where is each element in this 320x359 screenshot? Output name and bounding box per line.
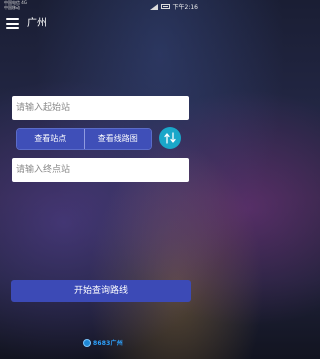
swap-stations-button[interactable]: [159, 127, 181, 149]
hamburger-menu-icon[interactable]: [6, 18, 19, 29]
clock: 下午2:16: [172, 4, 198, 11]
view-route-map-button[interactable]: 查看线路图: [84, 129, 151, 149]
carrier-info: 中国电信 4G 中国移动: [4, 0, 27, 10]
city-title[interactable]: 广州: [27, 17, 47, 31]
status-bar: 中国电信 4G 中国移动 下午2:16: [0, 0, 202, 12]
logo-icon: [83, 338, 91, 347]
view-toggle: 查看站点 查看线路图: [16, 128, 152, 150]
swap-arrows-icon: [164, 132, 176, 144]
menu-bar-line: [6, 22, 19, 25]
signal-icon: [149, 3, 158, 10]
start-station-input[interactable]: [12, 96, 189, 120]
battery-icon: [160, 4, 170, 9]
footer-logo: 8683广州: [83, 338, 123, 347]
end-station-input[interactable]: [12, 158, 189, 182]
carrier-line-2: 中国移动: [4, 5, 20, 10]
menu-bar-line: [6, 18, 19, 20]
status-right: 下午2:16: [149, 2, 198, 11]
menu-bar-line: [6, 27, 19, 29]
view-stations-button[interactable]: 查看站点: [17, 129, 85, 149]
logo-text: 8683广州: [93, 340, 123, 347]
app-header: 广州: [0, 14, 202, 36]
search-route-button[interactable]: 开始查询路线: [11, 280, 191, 302]
